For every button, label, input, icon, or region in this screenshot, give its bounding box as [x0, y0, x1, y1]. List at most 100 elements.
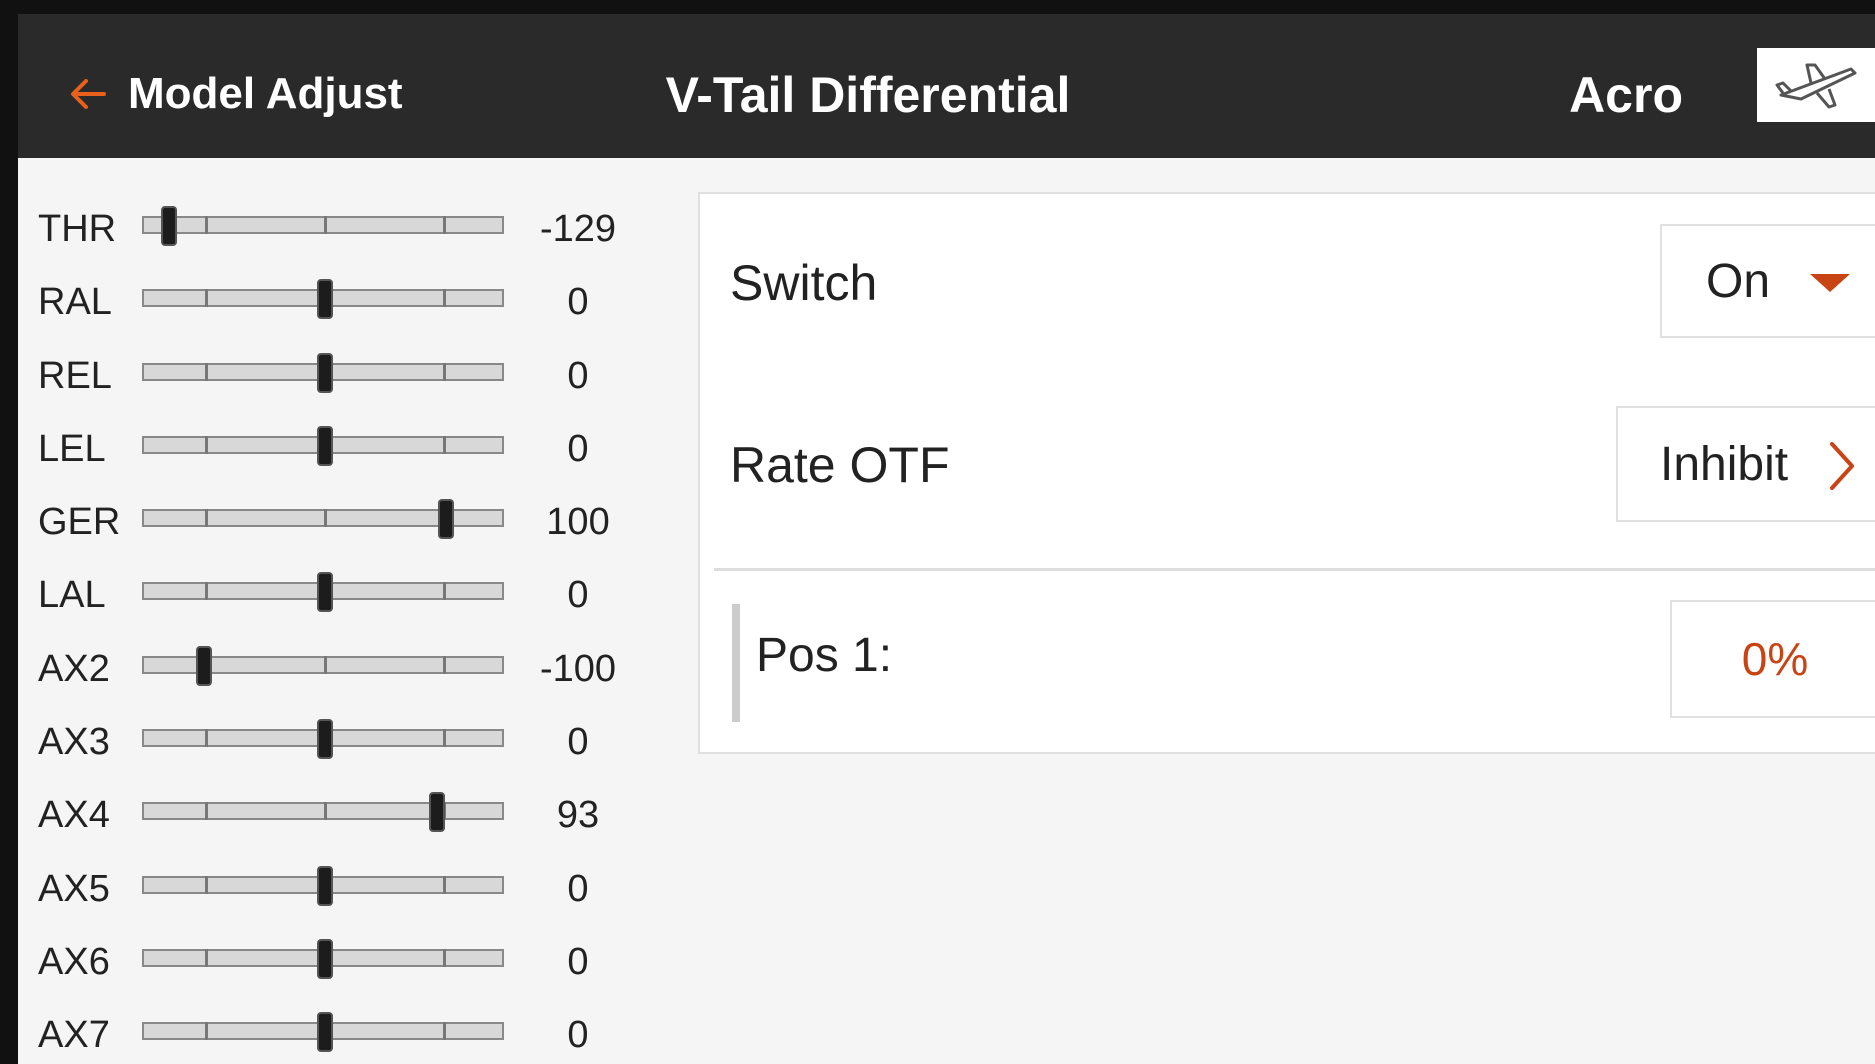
channel-label: AX2	[38, 647, 110, 690]
channel-thumb	[429, 792, 446, 833]
bar-tick	[204, 729, 208, 748]
bar-tick	[443, 435, 447, 454]
channel-value: 0	[567, 1014, 589, 1057]
switch-dropdown[interactable]: On	[1660, 224, 1875, 338]
channel-thumb	[161, 206, 178, 246]
rate-otf-button[interactable]: Inhibit	[1616, 406, 1875, 522]
channel-bar	[142, 792, 504, 833]
bar-tick	[324, 216, 327, 234]
settings-panel: Switch On Rate OTF Inhibit Pos 1: 0%	[698, 192, 1875, 754]
chevron-right-icon	[1830, 442, 1854, 490]
channel-bar	[142, 938, 504, 979]
bar-tick	[443, 948, 447, 967]
channel-thumb	[317, 279, 333, 320]
channel-label: RAL	[38, 281, 112, 324]
channel-row: AX6 0	[18, 927, 658, 1000]
channel-value: 0	[567, 867, 589, 910]
bar-tick	[324, 509, 327, 528]
rate-otf-value: Inhibit	[1660, 437, 1789, 491]
channel-bar	[142, 645, 504, 686]
channel-row: LEL 0	[18, 414, 658, 487]
bar-tick	[204, 216, 208, 234]
channel-value: 0	[567, 281, 589, 324]
divider	[714, 568, 1875, 571]
channel-bar	[142, 865, 504, 906]
channel-label: GER	[38, 501, 121, 544]
bar-tick	[204, 875, 208, 894]
channel-label: AX3	[38, 721, 110, 764]
channel-value: 0	[567, 574, 589, 617]
bar-tick	[324, 802, 327, 821]
channel-row: RAL 0	[18, 267, 658, 340]
pos1-value: 0%	[1741, 633, 1809, 685]
channel-value: 0	[567, 354, 589, 397]
bar-tick	[443, 655, 447, 674]
back-button[interactable]: Model Adjust	[64, 62, 403, 126]
position-indicator-bar	[732, 604, 740, 722]
channel-bar	[142, 719, 504, 760]
channel-bar	[142, 352, 504, 393]
bar-tick	[443, 362, 447, 381]
device-frame: Model Adjust V-Tail Differential Acro TH…	[0, 0, 1875, 1064]
channel-thumb	[317, 938, 333, 979]
channel-bar	[142, 572, 504, 613]
channel-label: LAL	[38, 574, 106, 617]
bar-tick	[204, 582, 208, 601]
channel-thumb	[317, 1012, 333, 1053]
bar-tick	[443, 289, 447, 308]
bar-tick	[204, 289, 208, 308]
model-type-button[interactable]	[1757, 48, 1875, 122]
channel-monitor: THR -129 RAL 0 REL 0 LEL 0 GER 100 LAL 0 AX2 -100 AX3 0…	[18, 194, 658, 1064]
channel-row: AX2 -100	[18, 634, 658, 707]
switch-label: Switch	[730, 255, 878, 311]
channel-thumb	[437, 499, 454, 540]
screen: Model Adjust V-Tail Differential Acro TH…	[18, 14, 1875, 1064]
channel-thumb	[317, 865, 333, 906]
channel-value: 0	[567, 427, 589, 470]
channel-label: AX4	[38, 794, 110, 837]
channel-value: -100	[539, 647, 617, 690]
channel-label: AX7	[38, 1014, 110, 1057]
channel-label: AX5	[38, 867, 110, 910]
model-name[interactable]: Acro	[1569, 66, 1683, 124]
channel-row: REL 0	[18, 341, 658, 414]
channel-value: 100	[546, 501, 610, 544]
channel-row: LAL 0	[18, 560, 658, 633]
channel-row: AX4 93	[18, 780, 658, 853]
bar-tick	[204, 948, 208, 967]
channel-row: THR -129	[18, 194, 658, 267]
pos1-value-box[interactable]: 0%	[1670, 600, 1875, 718]
channel-thumb	[196, 645, 213, 686]
channel-row: GER 100	[18, 487, 658, 560]
bar-tick	[324, 655, 327, 674]
channel-row: AX3 0	[18, 707, 658, 780]
channel-row: AX7 0	[18, 1000, 658, 1064]
bar-tick	[443, 1022, 447, 1041]
back-label: Model Adjust	[128, 69, 403, 118]
bar-tick	[443, 582, 447, 601]
channel-value: -129	[539, 208, 617, 250]
channel-label: AX6	[38, 940, 110, 983]
bar-tick	[204, 802, 208, 821]
bar-tick	[443, 875, 447, 894]
channel-value: 0	[567, 940, 589, 983]
header-bar: Model Adjust V-Tail Differential Acro	[18, 14, 1875, 158]
page-title: V-Tail Differential	[665, 67, 1071, 123]
channel-thumb	[317, 425, 333, 466]
pos1-label: Pos 1:	[756, 629, 893, 682]
switch-value: On	[1706, 254, 1771, 308]
bar-tick	[443, 216, 447, 234]
channel-thumb	[317, 352, 333, 393]
bar-tick	[204, 362, 208, 381]
bar-tick	[443, 729, 447, 748]
channel-label: THR	[38, 208, 117, 250]
channel-label: REL	[38, 354, 112, 397]
rate-otf-label: Rate OTF	[730, 437, 950, 493]
channel-label: LEL	[38, 427, 106, 470]
channel-bar	[142, 206, 504, 246]
bar-tick	[204, 1022, 208, 1041]
channel-value: 93	[556, 794, 600, 837]
channel-bar	[142, 279, 504, 320]
channel-thumb	[317, 719, 333, 760]
channel-bar	[142, 1012, 504, 1053]
